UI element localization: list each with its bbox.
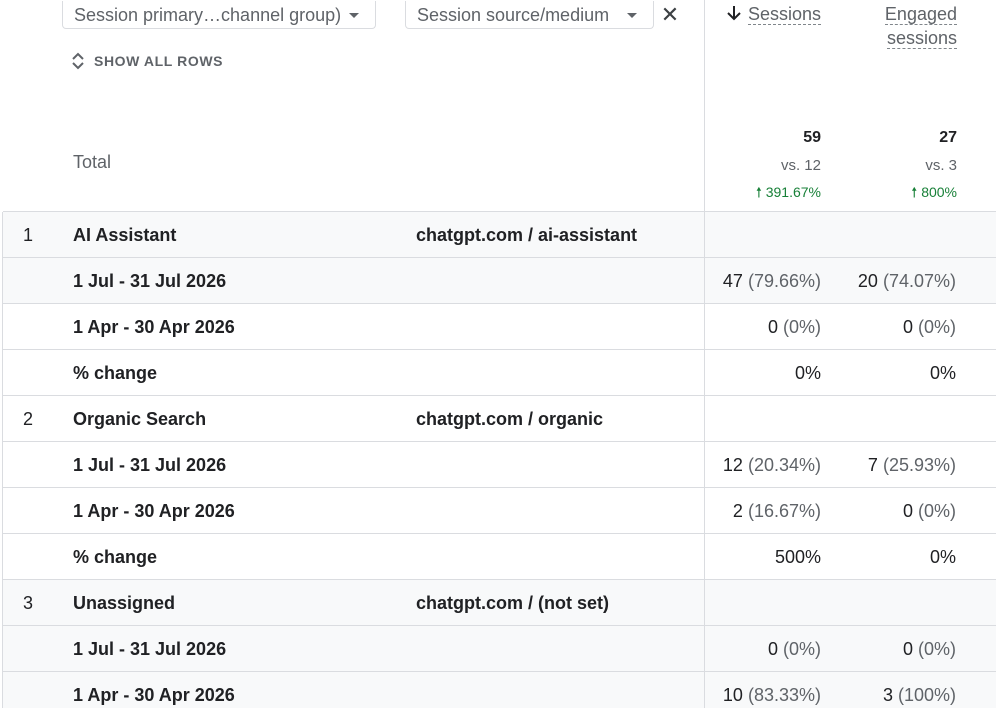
sessions-cell: 12 (20.34%): [723, 455, 821, 476]
primary-dimension-label: Session primary…channel group): [74, 5, 342, 25]
sessions-cell: 0 (0%): [768, 639, 821, 660]
total-engaged-change-value: 800%: [921, 184, 957, 200]
sessions-value: 0: [767, 639, 778, 659]
total-sessions: 59: [803, 129, 821, 146]
table-row[interactable]: 2 Organic Search chatgpt.com / organic: [3, 395, 996, 441]
engaged-percent: (0%): [917, 639, 956, 659]
report-table: Session primary…channel group) Session s…: [0, 0, 996, 708]
engaged-header-line1: Engaged: [884, 4, 957, 25]
sessions-percent: (20.34%): [747, 455, 821, 475]
period-label: 1 Jul - 31 Jul 2026: [73, 455, 227, 475]
engaged-change-cell: 0%: [929, 363, 956, 383]
arrow-up-icon: 🠕: [755, 184, 762, 200]
engaged-sessions-column-header[interactable]: Engaged sessions: [860, 2, 957, 50]
total-engaged: 27: [939, 129, 957, 146]
table-row: 1 Apr - 30 Apr 2026 0 (0%) 0 (0%): [3, 303, 996, 349]
engaged-value: 0: [902, 639, 913, 659]
sessions-value: 10: [722, 685, 743, 705]
total-engaged-compare: vs. 3: [925, 157, 957, 174]
row-number: 3: [23, 593, 34, 613]
show-all-rows-label: SHOW ALL ROWS: [94, 53, 224, 69]
source-medium-cell: chatgpt.com / (not set): [416, 593, 609, 613]
engaged-percent: (0%): [917, 317, 956, 337]
engaged-percent: (0%): [917, 501, 956, 521]
channel-group-cell: AI Assistant: [73, 225, 177, 245]
engaged-percent: (25.93%): [882, 455, 956, 475]
engaged-percent: (100%): [897, 685, 956, 705]
period-label: 1 Jul - 31 Jul 2026: [73, 271, 227, 291]
channel-group-cell: Organic Search: [73, 409, 207, 429]
table-row[interactable]: 1 AI Assistant chatgpt.com / ai-assistan…: [3, 211, 996, 257]
table-row: % change 0% 0%: [3, 349, 996, 395]
engaged-value: 0: [902, 501, 913, 521]
table-header: Session primary…channel group) Session s…: [0, 0, 996, 212]
source-medium-cell: chatgpt.com / ai-assistant: [416, 225, 638, 245]
change-label: % change: [73, 363, 158, 383]
table-row: % change 500% 0%: [3, 533, 996, 579]
chevron-down-icon: [349, 13, 359, 18]
engaged-header-line2: sessions: [886, 28, 957, 49]
change-label: % change: [73, 547, 158, 567]
column-divider: [704, 0, 705, 708]
engaged-change-cell: 0%: [929, 547, 956, 567]
sessions-header-label: Sessions: [748, 4, 822, 25]
source-medium-cell: chatgpt.com / organic: [416, 409, 604, 429]
engaged-cell: 0 (0%): [903, 501, 956, 522]
secondary-dimension-select[interactable]: Session source/medium: [405, 1, 654, 29]
sessions-percent: (79.66%): [747, 271, 821, 291]
total-label: Total: [73, 152, 112, 172]
sessions-cell: 2 (16.67%): [733, 501, 821, 522]
period-label: 1 Apr - 30 Apr 2026: [73, 501, 235, 521]
engaged-cell: 0 (0%): [903, 639, 956, 660]
sessions-column-header[interactable]: Sessions: [748, 2, 822, 26]
engaged-cell: 0 (0%): [903, 317, 956, 338]
chevron-down-icon: [627, 13, 637, 18]
sessions-percent: (0%): [782, 639, 821, 659]
sessions-value: 47: [722, 271, 743, 291]
engaged-value: 7: [867, 455, 878, 475]
table-row: 1 Apr - 30 Apr 2026 2 (16.67%) 0 (0%): [3, 487, 996, 533]
table-row: 1 Apr - 30 Apr 2026 10 (83.33%) 3 (100%): [3, 671, 996, 708]
channel-group-cell: Unassigned: [73, 593, 176, 613]
engaged-value: 0: [902, 317, 913, 337]
sessions-cell: 47 (79.66%): [723, 271, 821, 292]
close-icon[interactable]: ✕: [660, 2, 680, 28]
table-row[interactable]: 3 Unassigned chatgpt.com / (not set): [3, 579, 996, 625]
unfold-more-icon: [72, 52, 84, 70]
table-row: 1 Jul - 31 Jul 2026 12 (20.34%) 7 (25.93…: [3, 441, 996, 487]
engaged-cell: 7 (25.93%): [868, 455, 956, 476]
sessions-value: 0: [767, 317, 778, 337]
sessions-change-cell: 500%: [774, 547, 821, 567]
table-left-border: [2, 212, 3, 708]
period-label: 1 Apr - 30 Apr 2026: [73, 685, 235, 705]
sessions-cell: 0 (0%): [768, 317, 821, 338]
row-number: 2: [23, 409, 34, 429]
total-engaged-change: 🠕 800%: [856, 182, 957, 206]
primary-dimension-select[interactable]: Session primary…channel group): [62, 1, 376, 29]
engaged-cell: 3 (100%): [883, 685, 956, 706]
table-row: 1 Jul - 31 Jul 2026 0 (0%) 0 (0%): [3, 625, 996, 671]
table-row: 1 Jul - 31 Jul 2026 47 (79.66%) 20 (74.0…: [3, 257, 996, 303]
sessions-percent: (0%): [782, 317, 821, 337]
show-all-rows-button[interactable]: SHOW ALL ROWS: [70, 50, 223, 72]
total-sessions-change-value: 391.67%: [765, 184, 821, 200]
secondary-dimension-label: Session source/medium: [417, 5, 610, 25]
sessions-change-cell: 0%: [794, 363, 821, 383]
arrow-down-icon[interactable]: [726, 4, 742, 22]
sessions-value: 12: [722, 455, 743, 475]
sessions-cell: 10 (83.33%): [723, 685, 821, 706]
engaged-value: 3: [882, 685, 893, 705]
sessions-percent: (83.33%): [747, 685, 821, 705]
sessions-value: 2: [732, 501, 743, 521]
engaged-percent: (74.07%): [882, 271, 956, 291]
total-sessions-change: 🠕 391.67%: [720, 182, 821, 206]
period-label: 1 Jul - 31 Jul 2026: [73, 639, 227, 659]
period-label: 1 Apr - 30 Apr 2026: [73, 317, 235, 337]
sessions-percent: (16.67%): [747, 501, 821, 521]
total-sessions-compare: vs. 12: [780, 157, 821, 174]
engaged-cell: 20 (74.07%): [858, 271, 956, 292]
engaged-value: 20: [857, 271, 878, 291]
arrow-up-icon: 🠕: [911, 184, 918, 200]
row-number: 1: [23, 225, 34, 245]
